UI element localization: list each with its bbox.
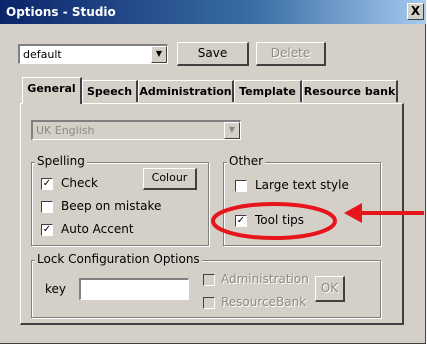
tab-label: Administration [139,85,232,98]
lock-administration-label: Administration [221,272,309,286]
colour-label: Colour [151,171,188,184]
tab-label: General [27,82,76,95]
lock-resource-bank-checkbox [203,297,215,309]
tab-template[interactable]: Template [234,80,302,102]
auto-accent-label: Auto Accent [61,222,134,236]
large-text-style-label: Large text style [255,178,349,192]
tab-label: Template [239,85,296,98]
close-button[interactable]: X [407,3,424,20]
tab-speech[interactable]: Speech [82,80,138,102]
delete-button: Delete [256,42,326,66]
other-group-label: Other [227,154,266,168]
spelling-group-label: Spelling [35,154,87,168]
save-button[interactable]: Save [177,42,249,66]
tab-label: Speech [86,85,133,98]
ok-label: OK [320,281,339,295]
lock-resource-bank-label: ResourceBank [221,295,307,309]
general-tab-panel: UK English ▼ Spelling ✓ Check Colour Bee… [20,103,404,325]
lock-configuration-label: Lock Configuration Options [35,252,202,266]
save-label: Save [197,46,228,60]
lock-administration-checkbox [203,274,215,286]
chevron-down-icon: ▼ [224,122,240,139]
tab-label: Resource bank [303,85,396,98]
tab-resource-bank[interactable]: Resource bank [302,80,398,102]
check-label: Check [61,176,98,190]
beep-on-mistake-checkbox[interactable] [41,201,53,213]
chevron-down-icon[interactable]: ▼ [151,46,167,63]
window-title: Options - Studio [6,5,116,19]
language-value: UK English [36,124,95,137]
large-text-style-checkbox[interactable] [235,180,247,192]
auto-accent-checkbox[interactable]: ✓ [41,224,53,236]
tab-administration[interactable]: Administration [138,80,234,102]
title-bar[interactable]: Options - Studio X [0,0,426,24]
check-checkbox[interactable]: ✓ [41,178,53,190]
language-dropdown: UK English ▼ [31,120,241,140]
beep-on-mistake-label: Beep on mistake [61,199,162,213]
profile-dropdown[interactable]: default ▼ [18,44,168,64]
colour-button[interactable]: Colour [143,168,197,190]
close-icon: X [410,4,421,18]
other-group [223,162,381,246]
key-input[interactable] [79,278,189,300]
options-dialog: Options - Studio X default ▼ Save Delete… [0,0,426,344]
tool-tips-label: Tool tips [255,213,305,227]
tool-tips-checkbox[interactable]: ✓ [235,215,247,227]
ok-button: OK [315,276,345,302]
profile-value: default [23,48,62,61]
tab-general[interactable]: General [22,77,82,104]
delete-label: Delete [270,46,311,60]
key-label: key [45,282,67,296]
